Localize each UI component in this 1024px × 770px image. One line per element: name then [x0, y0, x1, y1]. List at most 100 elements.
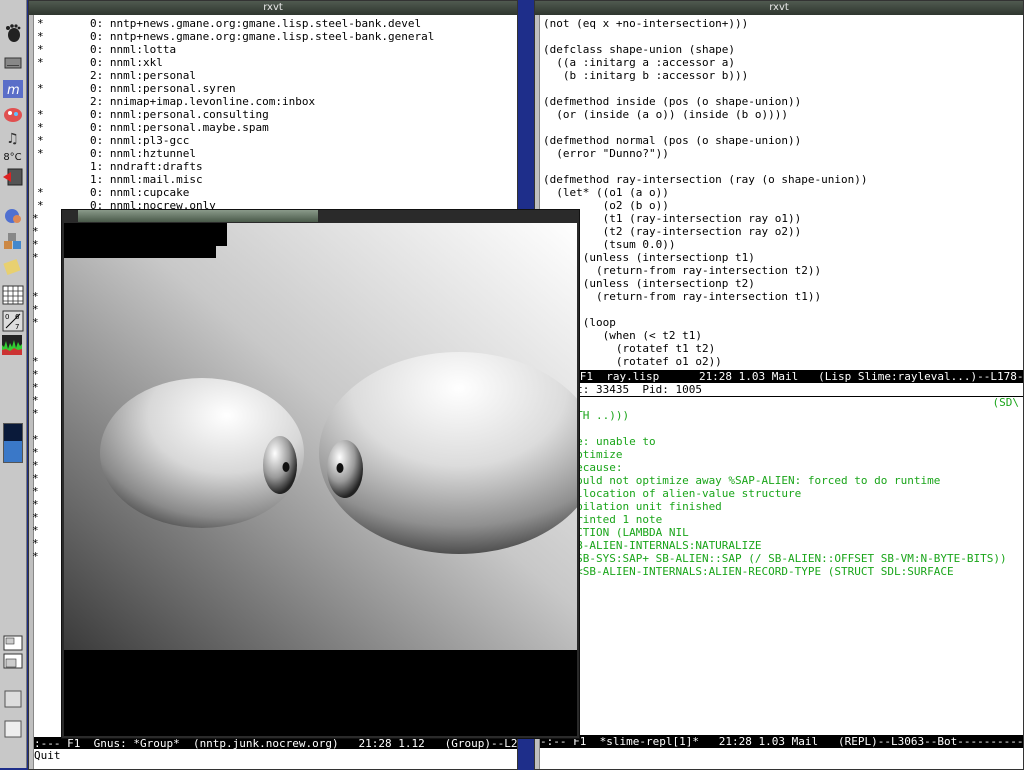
gnus-group-line: * 0: nnml:cupcake	[37, 186, 190, 199]
gnus-group-line: 2: nnml:personal	[37, 69, 196, 82]
repl-line: (SB-SYS:SAP+ SB-ALIEN::SAP (/ SB-ALIEN::…	[543, 552, 1007, 565]
code-line: (unless (intersectionp t1)	[543, 251, 755, 264]
temperature-label: 8°C	[3, 151, 22, 163]
lisp-source-buffer[interactable]: (not (eq x +no-intersection+))) (defclas…	[543, 17, 1021, 368]
gnus-mark: *	[32, 498, 39, 511]
drive-icon[interactable]	[1, 52, 24, 74]
code-line: (return-from ray-intersection t1))	[543, 290, 822, 303]
gnus-mark: *	[32, 212, 39, 225]
repl-line: ; because:	[543, 461, 623, 474]
gnus-mark: *	[32, 316, 39, 329]
window-icon-2[interactable]	[1, 718, 24, 740]
code-line: (tsum 0.0))	[543, 238, 676, 251]
gnus-mark: *	[32, 368, 39, 381]
render-window[interactable]	[61, 209, 580, 739]
repl-line: ; optimize	[543, 448, 623, 461]
window-titlebar[interactable]: rxvt	[29, 1, 517, 15]
gnus-mark: *	[32, 511, 39, 524]
repl-line: ; printed 1 note	[543, 513, 663, 526]
code-line: (defmethod ray-intersection (ray (o shap…	[543, 173, 868, 186]
gnus-group-line: * 0: nnml:pl3-gcc	[37, 134, 190, 147]
repl-line: #<FUNCTION (LAMBDA NIL	[543, 526, 689, 539]
repl-modeline: -:-- F1 *slime-repl[1]* 21:28 1.03 Mail …	[540, 735, 1024, 748]
gnus-group-line: * 0: nntp+news.gmane.org:gmane.lisp.stee…	[37, 30, 435, 43]
gnus-mark: *	[32, 485, 39, 498]
gnus-mark: *	[32, 433, 39, 446]
gnus-mark: *	[32, 537, 39, 550]
window-icon-1[interactable]	[1, 688, 24, 710]
arrow-box-icon[interactable]	[1, 166, 24, 188]
render-window-titlebar[interactable]	[78, 210, 318, 222]
gnus-group-line: 1: nndraft:drafts	[37, 160, 203, 173]
gnus-mark: *	[32, 394, 39, 407]
gnus-mark: *	[32, 238, 39, 251]
lisp-terminal-window[interactable]: rxvt (not (eq x +no-intersection+))) (de…	[534, 0, 1024, 770]
repl-line	[543, 422, 1007, 435]
gnus-mark: *	[32, 290, 39, 303]
volume-level-fill	[4, 441, 22, 462]
svg-text:0: 0	[5, 313, 9, 321]
window-titlebar[interactable]: rxvt	[535, 1, 1023, 15]
gnus-mark: *	[32, 355, 39, 368]
cpu-graph-icon	[2, 335, 22, 355]
gnus-group-line: * 0: nnml:personal.maybe.spam	[37, 121, 269, 134]
code-line: (o2 (b o))	[543, 199, 669, 212]
gnus-group-line: 2: nnimap+imap.levonline.com:inbox	[37, 95, 316, 108]
code-line: (error "Dunno?"))	[543, 147, 669, 160]
repl-line: #<SB-ALIEN-INTERNALS:ALIEN-RECORD-TYPE (…	[543, 565, 954, 578]
divider	[540, 396, 1023, 397]
volume-meter-icon[interactable]	[3, 423, 23, 463]
gnus-group-line: * 0: nnml:lotta	[37, 43, 177, 56]
clock-dial-icon[interactable]: 067	[1, 310, 24, 332]
minibuffer[interactable]: Quit	[34, 749, 517, 762]
code-line: (loop	[582, 316, 616, 329]
code-line: (t2 (ray-intersection ray o2))	[543, 225, 802, 238]
palette-icon[interactable]	[1, 104, 24, 126]
gnus-mark	[32, 420, 39, 433]
repl-line: ; note: unable to	[543, 435, 656, 448]
repl-sd-marker: (SD\	[992, 396, 1020, 409]
code-line: (unless (intersectionp t2)	[543, 277, 755, 290]
gnus-mark	[32, 277, 39, 290]
repl-output[interactable]: (LENGTH ..))) ; note: unable to; optimiz…	[543, 409, 1007, 578]
gnus-mark: *	[32, 446, 39, 459]
gnus-mark: *	[32, 303, 39, 316]
gnus-mark: *	[32, 550, 39, 563]
dock-panel: m ♫ 8°C 067	[0, 0, 27, 768]
network-icon[interactable]	[1, 205, 24, 227]
lisp-modeline: -:--- F1 ray.lisp 21:28 1.03 Mail (Lisp …	[540, 370, 1024, 383]
gnus-group-line: * 0: nnml:personal.consulting	[37, 108, 269, 121]
gnus-group-marks: * * * * * * * * * * * * * * * * * * * * * *	[32, 212, 39, 563]
gnus-group-line: 1: nnml:mail.misc	[37, 173, 203, 186]
gnome-foot-icon[interactable]	[1, 22, 24, 44]
gnus-mark: *	[32, 225, 39, 238]
gnus-mark: *	[32, 251, 39, 264]
pager-icon-2[interactable]	[1, 650, 24, 672]
repl-line: ; allocation of alien-value structure	[543, 487, 802, 500]
repl-line: (LENGTH ..)))	[543, 409, 630, 422]
code-line: (rotatef t1 t2)	[543, 342, 716, 355]
code-line: (let* ((o1 (a o))	[543, 186, 669, 199]
code-line: (b :initarg b :accessor b)))	[543, 69, 749, 82]
code-line: (defmethod inside (pos (o shape-union))	[543, 95, 802, 108]
terminal-m-icon[interactable]: m	[1, 78, 24, 100]
code-line: (defmethod normal (pos (o shape-union))	[543, 134, 802, 147]
code-line: (return-from ray-intersection t2))	[543, 264, 822, 277]
gnus-mark: *	[32, 472, 39, 485]
code-line: (rotatef o1 o2))	[543, 355, 722, 368]
gnus-group-line: * 0: nnml:personal.syren	[37, 82, 236, 95]
gnus-mark: *	[32, 524, 39, 537]
repl-line: (SB-ALIEN-INTERNALS:NATURALIZE	[543, 539, 762, 552]
cubes-icon[interactable]	[1, 230, 24, 252]
code-line: (not (eq x +no-intersection+)))	[543, 17, 749, 30]
svg-text:7: 7	[15, 323, 19, 331]
gnus-mark	[32, 329, 39, 342]
calendar-grid-icon[interactable]	[1, 284, 24, 306]
notepad-icon[interactable]	[1, 256, 24, 278]
repl-line: ; could not optimize away %SAP-ALIEN: fo…	[543, 474, 941, 487]
